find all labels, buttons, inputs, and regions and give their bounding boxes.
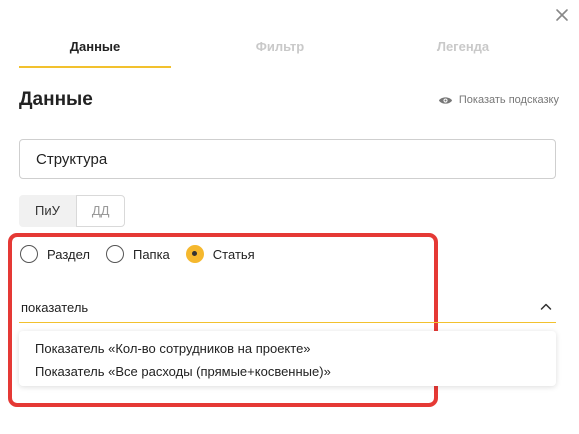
radio-section[interactable]: Раздел: [20, 245, 90, 263]
radio-button[interactable]: [105, 245, 124, 263]
indicator-select-value[interactable]: показатель: [19, 300, 88, 315]
indicator-select[interactable]: показатель: [19, 293, 556, 323]
indicator-dropdown: Показатель «Кол-во сотрудников на проект…: [19, 331, 556, 386]
close-icon[interactable]: [553, 6, 571, 24]
radio-button-checked[interactable]: [185, 245, 204, 263]
radio-folder[interactable]: Папка: [105, 245, 170, 263]
structure-input[interactable]: [19, 139, 556, 179]
dropdown-option[interactable]: Показатель «Кол-во сотрудников на проект…: [19, 338, 556, 361]
show-hint-label: Показать подсказку: [458, 94, 559, 106]
segment-piu[interactable]: ПиУ: [19, 195, 76, 227]
show-hint-link[interactable]: Показать подсказку: [438, 94, 559, 106]
segmented-control: ПиУ ДД: [19, 195, 126, 227]
radio-label: Раздел: [47, 246, 90, 262]
tab-legend[interactable]: Легенда: [387, 30, 539, 68]
tab-data[interactable]: Данные: [19, 30, 171, 68]
segment-dd[interactable]: ДД: [75, 195, 126, 227]
tab-filter[interactable]: Фильтр: [204, 30, 356, 68]
radio-label: Статья: [212, 246, 255, 262]
tab-bar: Данные Фильтр Легенда: [19, 30, 559, 70]
radio-group: Раздел Папка Статья: [20, 245, 271, 263]
active-tab-indicator: [19, 66, 171, 68]
radio-article[interactable]: Статья: [185, 245, 255, 263]
eye-icon: [438, 96, 452, 104]
dropdown-option[interactable]: Показатель «Все расходы (прямые+косвенны…: [19, 361, 556, 384]
chevron-up-icon[interactable]: [540, 301, 552, 313]
radio-label: Папка: [132, 246, 170, 262]
radio-button[interactable]: [20, 245, 38, 263]
section-title: Данные: [19, 89, 93, 110]
